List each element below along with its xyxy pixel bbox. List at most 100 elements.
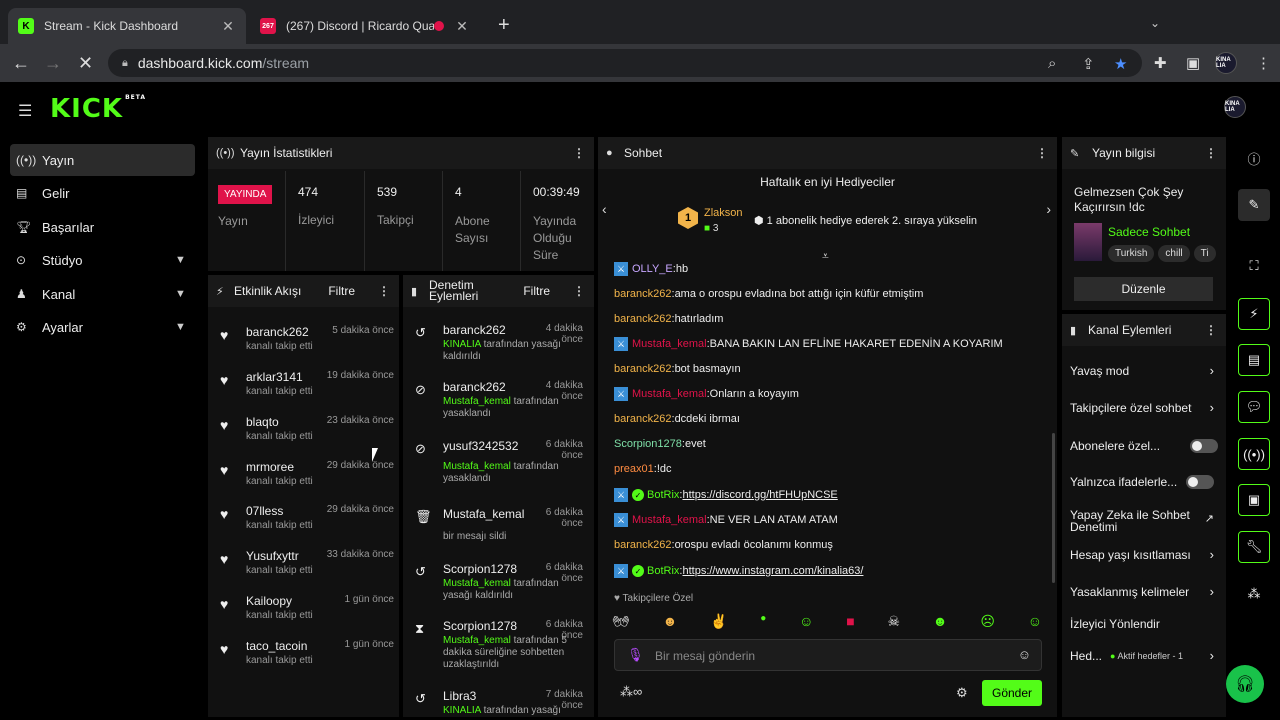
pinned-collapse-icon[interactable]: ⩡	[822, 249, 829, 264]
activity-user[interactable]: 07lless	[246, 504, 283, 518]
action-goals[interactable]: Hed... ● Aktif hedefler - 1	[1070, 644, 1215, 668]
mod-user[interactable]: Mustafa_kemal	[443, 507, 524, 521]
info-icon[interactable]: ⓘ	[1238, 142, 1270, 174]
filter-button[interactable]: Filtre	[328, 284, 355, 298]
bookmark-star-icon[interactable]: ★	[1114, 55, 1127, 73]
chat-username[interactable]: preax01	[614, 463, 654, 475]
external-link-icon[interactable]: ↗	[1205, 512, 1214, 525]
category-thumbnail[interactable]	[1074, 223, 1102, 261]
more-options-icon[interactable]: ⋮	[572, 146, 586, 160]
chat-username[interactable]: baranck262	[614, 363, 672, 375]
more-options-icon[interactable]: ⋮	[572, 284, 586, 298]
document-icon[interactable]: ▤	[1238, 344, 1270, 376]
emotes-only-toggle[interactable]	[1186, 475, 1214, 489]
user-avatar[interactable]: KINA LIA	[1224, 96, 1246, 118]
wrench-icon[interactable]: 🔧︎	[1238, 531, 1270, 563]
chat-settings-gear-icon[interactable]: ⚙	[956, 685, 968, 701]
forward-icon[interactable]: →	[44, 53, 62, 74]
more-options-icon[interactable]: ⋮	[1035, 146, 1049, 160]
chat-username[interactable]: Mustafa_kemal	[632, 514, 707, 526]
chevron-right-icon[interactable]: ›	[1210, 400, 1214, 415]
sidebar-item-studyo[interactable]: ⊙ Stüdyo ▼	[10, 244, 195, 276]
chevron-right-icon[interactable]: ›	[1210, 584, 1214, 599]
chat-username[interactable]: baranck262	[614, 288, 672, 300]
sidebar-item-yayin[interactable]: ((•)) Yayın	[10, 144, 195, 176]
close-tab-icon[interactable]: ✕	[454, 18, 470, 35]
activity-user[interactable]: arklar3141	[246, 370, 303, 384]
chat-username[interactable]: BotRix	[647, 489, 679, 501]
apps-icon[interactable]: ⁂	[1238, 578, 1270, 610]
chat-bubble-icon[interactable]: 💬︎	[1238, 391, 1270, 423]
close-tab-icon[interactable]: ✕	[220, 18, 236, 35]
more-options-icon[interactable]: ⋮	[1204, 323, 1218, 337]
emote-9-icon[interactable]: ☹	[980, 613, 995, 635]
emote-2-icon[interactable]: ☻	[663, 613, 678, 635]
menu-icon[interactable]: ☰	[18, 101, 32, 121]
browser-menu-icon[interactable]: ⋮	[1256, 54, 1271, 72]
url-field[interactable]: 🔒︎ dashboard.kick.com/stream ⌕ ⇪ ★	[108, 49, 1142, 77]
emote-8-icon[interactable]: ☻	[933, 613, 948, 635]
chat-scrollbar[interactable]	[1052, 433, 1055, 583]
action-banned-words[interactable]: Yasaklanmış kelimeler	[1070, 580, 1220, 604]
extensions-icon[interactable]: ✚	[1154, 54, 1167, 72]
chat-username[interactable]: Mustafa_kemal	[632, 388, 707, 400]
lightning-icon[interactable]: ⚡︎	[1238, 298, 1270, 330]
mod-user[interactable]: baranck262	[443, 380, 506, 394]
mod-user[interactable]: yusuf3242532	[443, 439, 518, 453]
filter-button[interactable]: Filtre	[523, 284, 550, 298]
side-panel-icon[interactable]: ▣	[1186, 54, 1200, 72]
action-ai-moderation[interactable]: Yapay Zeka ile Sohbet Denetimi	[1070, 506, 1205, 536]
mod-actor[interactable]: Mustafa_kemal	[443, 635, 511, 646]
fullscreen-icon[interactable]: ⛶	[1238, 250, 1270, 282]
mod-user[interactable]: Scorpion1278	[443, 562, 517, 576]
action-slow-mode[interactable]: Yavaş mod	[1070, 359, 1220, 383]
category-name[interactable]: Sadece Sohbet	[1108, 225, 1190, 239]
sidebar-item-gelir[interactable]: ▤ Gelir	[10, 177, 195, 209]
chat-username[interactable]: baranck262	[614, 539, 672, 551]
action-host-viewer[interactable]: İzleyici Yönlendir	[1070, 612, 1220, 636]
sidebar-item-basarilar[interactable]: 🏆︎ Başarılar	[10, 211, 195, 243]
new-tab-icon[interactable]: +	[498, 14, 510, 37]
tab-kick-dashboard[interactable]: K Stream - Kick Dashboard ✕	[8, 8, 246, 44]
edit-pencil-icon[interactable]: ✎	[1238, 189, 1270, 221]
share-icon[interactable]: ⇪	[1082, 55, 1095, 73]
chat-username[interactable]: OLLY_E	[632, 263, 673, 275]
send-button[interactable]: Gönder	[982, 680, 1042, 706]
more-options-icon[interactable]: ⋮	[1204, 146, 1218, 160]
broadcast-icon[interactable]: ((•))	[1238, 438, 1270, 470]
mod-user[interactable]: baranck262	[443, 323, 506, 337]
activity-user[interactable]: Yusufxyttr	[246, 549, 299, 563]
activity-user[interactable]: blaqto	[246, 415, 279, 429]
back-icon[interactable]: ←	[12, 53, 30, 74]
chat-username[interactable]: baranck262	[614, 413, 672, 425]
emoji-picker-icon[interactable]: ☺	[1018, 647, 1031, 662]
moderation-icon[interactable]: ▣	[1238, 484, 1270, 516]
sidebar-item-kanal[interactable]: ♟ Kanal ▼	[10, 278, 195, 310]
chevron-right-icon[interactable]: ›	[1210, 648, 1214, 663]
mod-user[interactable]: Scorpion1278	[443, 619, 517, 633]
tab-search-chevron-icon[interactable]: ⌄	[1150, 16, 1160, 30]
emote-10-icon[interactable]: ☺	[1028, 613, 1042, 635]
chat-input[interactable]: 🎙︎ Bir mesaj gönderin ☺	[614, 639, 1042, 671]
emote-6-icon[interactable]: ■	[846, 613, 854, 635]
chevron-right-icon[interactable]: ›	[1210, 547, 1214, 562]
mod-actor[interactable]: KINALIA	[443, 705, 481, 716]
more-options-icon[interactable]: ⋮	[377, 284, 391, 298]
chevron-left-icon[interactable]: ‹	[602, 201, 607, 217]
mod-actor[interactable]: KINALIA	[443, 339, 481, 350]
emote-1-icon[interactable]: 👐︎	[612, 613, 630, 635]
mod-actor[interactable]: Mustafa_kemal	[443, 461, 511, 472]
chat-link[interactable]: https://discord.gg/htFHUpNCSE	[682, 489, 837, 501]
emote-5-icon[interactable]: ☺	[799, 613, 813, 635]
sidebar-item-ayarlar[interactable]: ⚙ Ayarlar ▼	[10, 311, 195, 343]
action-account-age[interactable]: Hesap yaşı kısıtlaması	[1070, 543, 1220, 567]
edit-button[interactable]: Düzenle	[1074, 277, 1213, 301]
stop-loading-icon[interactable]: ✕	[78, 53, 93, 74]
chevron-right-icon[interactable]: ›	[1046, 201, 1051, 217]
chat-username[interactable]: Scorpion1278	[614, 438, 682, 450]
points-icon[interactable]: ⁂∞	[620, 684, 642, 700]
chat-username[interactable]: Mustafa_kemal	[632, 338, 707, 350]
subscribers-only-toggle[interactable]	[1190, 439, 1218, 453]
zoom-icon[interactable]: ⌕	[1048, 55, 1056, 72]
emote-4-icon[interactable]: ●	[760, 613, 766, 635]
